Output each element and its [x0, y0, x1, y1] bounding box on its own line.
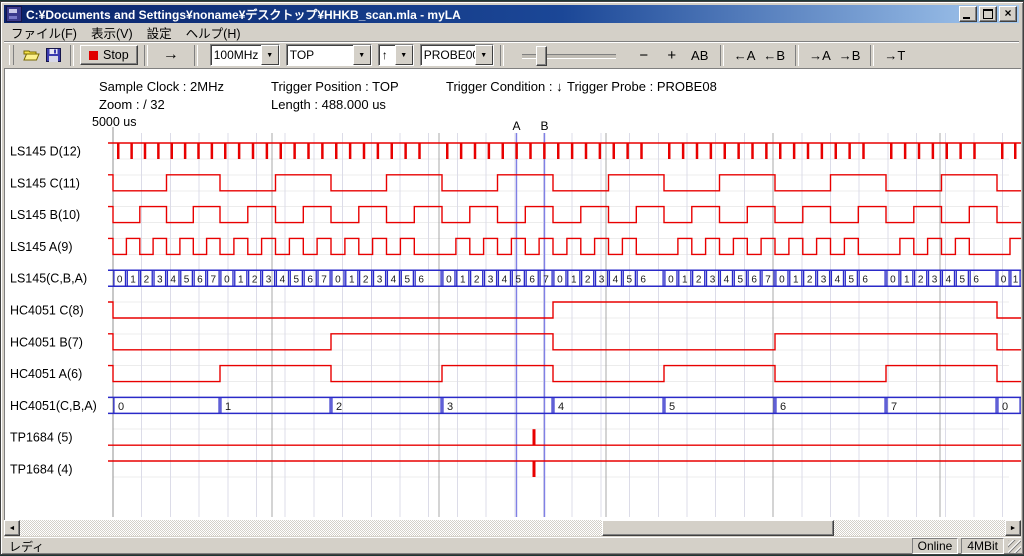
scroll-left-icon[interactable]: ◄: [4, 520, 20, 536]
resize-grip[interactable]: [1008, 540, 1021, 553]
sample-clock-value: 100MHz: [211, 48, 261, 62]
zoom-out-button[interactable]: −: [630, 45, 658, 65]
status-online-badge: Online: [912, 538, 959, 554]
trigger-edge-value: ↑: [379, 48, 395, 62]
menu-view[interactable]: 表示(V): [84, 22, 140, 43]
minimize-icon[interactable]: [959, 6, 977, 22]
zoom-in-button[interactable]: +: [658, 45, 686, 65]
toolbar-separator: [144, 45, 148, 66]
toolbar: Stop → 100MHz ▼ TOP ▼ ↑ ▼ PROBE00 ▼: [4, 42, 1019, 68]
stop-button[interactable]: Stop: [80, 45, 138, 65]
horizontal-scrollbar[interactable]: ◄ ►: [4, 520, 1021, 536]
menu-help[interactable]: ヘルプ(H): [179, 22, 248, 43]
toolbar-separator: [870, 45, 874, 66]
menu-settings[interactable]: 設定: [140, 22, 179, 43]
scroll-right-icon[interactable]: ►: [1005, 520, 1021, 536]
trigger-probe-info: Trigger Probe : PROBE08: [567, 79, 717, 94]
stop-button-label: Stop: [103, 48, 129, 62]
stop-icon: [89, 51, 98, 60]
goto-marker-a-left-button[interactable]: ←A: [730, 45, 760, 65]
toolbar-separator: [795, 45, 799, 66]
toolbar-grip[interactable]: [9, 45, 14, 65]
toolbar-separator: [500, 45, 504, 66]
scrollbar-thumb[interactable]: [602, 520, 834, 536]
zoom-info: Zoom : / 32: [99, 97, 165, 112]
chevron-down-icon[interactable]: ▼: [395, 45, 413, 65]
toolbar-separator: [70, 45, 74, 66]
zoom-ab-button[interactable]: AB: [686, 45, 714, 65]
app-window: C:¥Documents and Settings¥noname¥デスクトップ¥…: [0, 1, 1024, 555]
menu-file[interactable]: ファイル(F): [4, 22, 84, 43]
status-memory-badge: 4MBit: [961, 538, 1004, 554]
screenshot-root: C:¥Documents and Settings¥noname¥デスクトップ¥…: [0, 0, 1024, 556]
menu-bar: ファイル(F) 表示(V) 設定 ヘルプ(H): [4, 23, 1019, 42]
folder-open-icon: [23, 48, 40, 62]
goto-trigger-button[interactable]: →T: [880, 45, 909, 65]
app-icon: [6, 6, 22, 22]
trigger-position-info: Trigger Position : TOP: [271, 79, 399, 94]
trigger-edge-combo[interactable]: ↑ ▼: [378, 44, 414, 66]
floppy-icon: [46, 48, 61, 62]
title-bar[interactable]: C:¥Documents and Settings¥noname¥デスクトップ¥…: [4, 5, 1019, 23]
waveform-panel[interactable]: [4, 68, 1021, 520]
open-file-icon[interactable]: [20, 45, 42, 65]
chevron-down-icon[interactable]: ▼: [475, 45, 493, 65]
trigger-probe-value: PROBE00: [421, 48, 475, 62]
status-bar: レディ Online 4MBit: [4, 537, 1021, 554]
toolbar-separator: [720, 45, 724, 66]
goto-marker-a-right-button[interactable]: →A: [805, 45, 835, 65]
maximize-icon[interactable]: [979, 6, 997, 22]
chevron-down-icon[interactable]: ▼: [353, 45, 371, 65]
zoom-slider[interactable]: [520, 44, 618, 66]
single-run-button[interactable]: →: [154, 45, 188, 65]
goto-marker-b-right-button[interactable]: →B: [835, 45, 865, 65]
sample-clock-info: Sample Clock : 2MHz: [99, 79, 224, 94]
chevron-down-icon[interactable]: ▼: [261, 45, 279, 65]
status-ready: レディ: [4, 538, 909, 555]
window-title: C:¥Documents and Settings¥noname¥デスクトップ¥…: [26, 6, 461, 23]
trigger-position-value: TOP: [287, 48, 353, 62]
length-info: Length : 488.000 us: [271, 97, 386, 112]
save-file-icon[interactable]: [42, 45, 64, 65]
zoom-slider-thumb[interactable]: [536, 46, 547, 66]
toolbar-separator: [194, 45, 198, 66]
trigger-position-combo[interactable]: TOP ▼: [286, 44, 372, 66]
trigger-condition-info: Trigger Condition : ↓: [446, 79, 563, 94]
trigger-probe-combo[interactable]: PROBE00 ▼: [420, 44, 494, 66]
goto-marker-b-left-button[interactable]: ←B: [759, 45, 789, 65]
close-icon[interactable]: ×: [999, 6, 1017, 22]
sample-clock-combo[interactable]: 100MHz ▼: [210, 44, 280, 66]
